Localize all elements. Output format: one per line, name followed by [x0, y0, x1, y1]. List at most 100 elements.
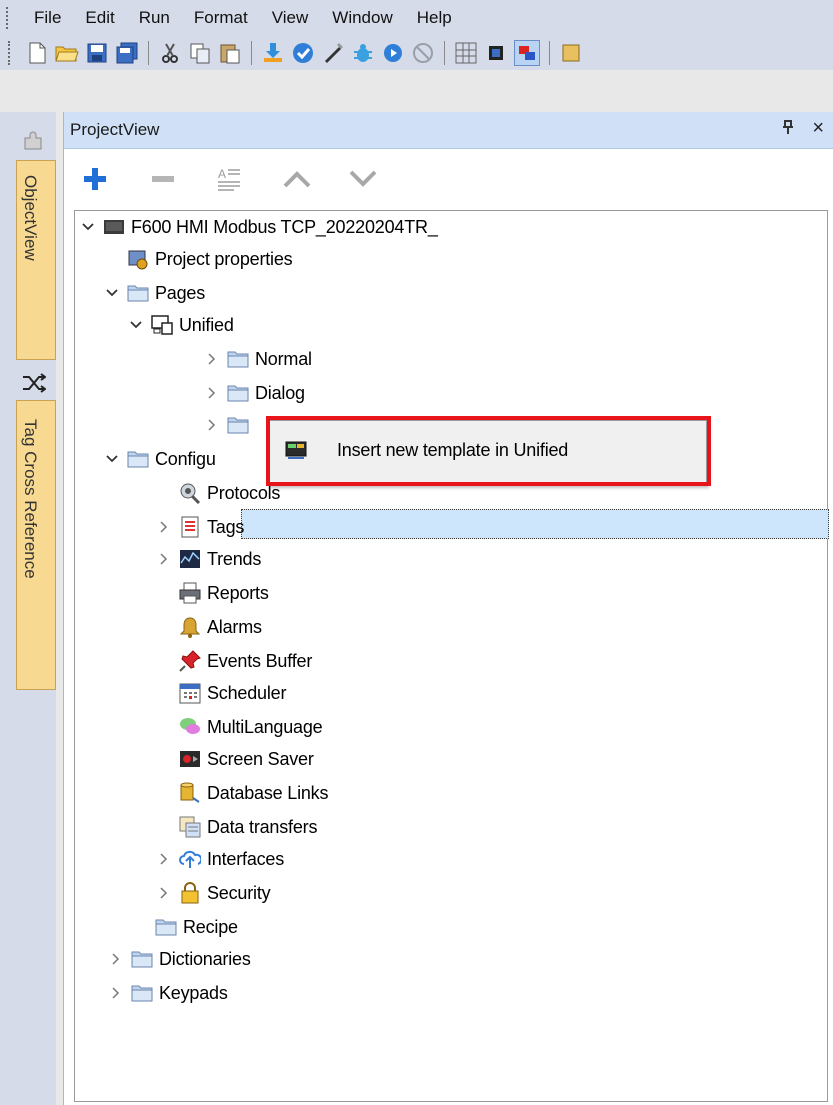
play-icon[interactable] — [381, 41, 405, 65]
align-icon[interactable] — [484, 41, 508, 65]
tree-item-trends[interactable]: Trends — [155, 543, 261, 575]
folder-icon — [131, 948, 153, 970]
tree-item-project-properties[interactable]: Project properties — [127, 243, 293, 275]
data-transfer-icon — [179, 816, 201, 838]
save-icon[interactable] — [85, 41, 109, 65]
rename-icon: A — [212, 162, 246, 196]
layout-icon[interactable] — [514, 40, 540, 66]
speech-bubbles-icon — [179, 716, 201, 738]
tree-item-configuration[interactable]: Configu — [103, 443, 216, 475]
tree-item-normal[interactable]: Normal — [203, 343, 312, 375]
tree-item-unified[interactable]: Unified — [127, 309, 234, 341]
toolbar-separator — [444, 41, 445, 65]
tree-item-label: Reports — [207, 582, 269, 603]
chevron-right-icon[interactable] — [107, 984, 125, 1002]
grid-icon[interactable] — [454, 41, 478, 65]
paste-icon[interactable] — [218, 41, 242, 65]
chevron-right-icon[interactable] — [203, 350, 221, 368]
chevron-down-icon[interactable] — [79, 218, 97, 236]
tree-item-reports[interactable]: Reports — [179, 577, 269, 609]
chevron-right-icon[interactable] — [155, 850, 173, 868]
chevron-right-icon[interactable] — [203, 384, 221, 402]
tree-item-protocols[interactable]: Protocols — [179, 477, 280, 509]
tree-item-root[interactable]: F600 HMI Modbus TCP_20220204TR_ — [79, 211, 438, 243]
menu-file[interactable]: File — [22, 0, 73, 36]
open-icon[interactable] — [55, 41, 79, 65]
toolbar-separator — [549, 41, 550, 65]
tree-item-database-links[interactable]: Database Links — [179, 777, 328, 809]
main-menu: File Edit Run Format View Window Help — [0, 0, 833, 36]
tab-objectview-label: ObjectView — [21, 175, 40, 261]
context-menu: Insert new template in Unified — [268, 420, 707, 486]
shuffle-icon — [22, 372, 47, 399]
tree-item-pages[interactable]: Pages — [103, 277, 205, 309]
chevron-right-icon[interactable] — [155, 518, 173, 536]
chevron-down-icon[interactable] — [103, 450, 121, 468]
toolbar-grip[interactable] — [8, 41, 16, 65]
tree-item-alarms[interactable]: Alarms — [179, 611, 262, 643]
tree-item-label: Interfaces — [207, 848, 285, 869]
chevron-right-icon[interactable] — [155, 884, 173, 902]
calendar-icon — [179, 682, 201, 704]
check-icon[interactable] — [291, 41, 315, 65]
tree-item-label: F600 HMI Modbus TCP_20220204TR_ — [131, 216, 438, 237]
tree-item-dictionaries[interactable]: Dictionaries — [107, 943, 251, 975]
tree-item-label: Project properties — [155, 248, 293, 269]
tree-item-label: Scheduler — [207, 682, 287, 703]
tree-item-scheduler[interactable]: Scheduler — [179, 677, 286, 709]
tree-item-keypads[interactable]: Keypads — [107, 977, 228, 1009]
insert-template-menu-item[interactable]: Insert new template in Unified — [271, 423, 698, 477]
new-icon[interactable] — [25, 41, 49, 65]
tree-item-label: Normal — [255, 348, 312, 369]
chevron-down-icon[interactable] — [103, 284, 121, 302]
compile-icon[interactable] — [321, 41, 345, 65]
debug-icon[interactable] — [351, 41, 375, 65]
svg-text:A: A — [218, 167, 226, 181]
tree-item-label: Dictionaries — [159, 948, 251, 969]
save-all-icon[interactable] — [115, 41, 139, 65]
menu-view[interactable]: View — [260, 0, 321, 36]
menu-help[interactable]: Help — [405, 0, 464, 36]
tree-item-events-buffer[interactable]: Events Buffer — [179, 645, 312, 677]
remove-icon — [146, 162, 180, 196]
tab-objectview[interactable]: ObjectView — [16, 160, 56, 360]
menu-run[interactable]: Run — [127, 0, 182, 36]
close-icon[interactable]: × — [812, 117, 824, 140]
tree-item-dialog[interactable]: Dialog — [203, 377, 305, 409]
chevron-down-icon[interactable] — [127, 316, 145, 334]
printer-icon — [179, 582, 201, 604]
trends-icon — [179, 548, 201, 570]
chevron-right-icon[interactable] — [107, 950, 125, 968]
tree-item-screen-saver[interactable]: Screen Saver — [179, 743, 314, 775]
tree-item-templates[interactable] — [203, 409, 255, 441]
copy-icon[interactable] — [188, 41, 212, 65]
project-tree[interactable]: F600 HMI Modbus TCP_20220204TR_ Project … — [74, 210, 829, 1102]
add-icon[interactable] — [78, 162, 112, 196]
settings-icon[interactable] — [559, 41, 583, 65]
tree-item-multilanguage[interactable]: MultiLanguage — [179, 711, 323, 743]
chevron-right-icon[interactable] — [203, 416, 221, 434]
tree-item-tags[interactable]: Tags — [155, 511, 244, 543]
menu-bar: File Edit Run Format View Window Help — [0, 0, 833, 70]
menu-format[interactable]: Format — [182, 0, 260, 36]
pin-icon[interactable] — [782, 120, 794, 138]
puzzle-icon — [22, 130, 44, 157]
download-icon[interactable] — [261, 41, 285, 65]
tree-item-recipe[interactable]: Recipe — [155, 911, 238, 943]
folder-icon — [155, 916, 177, 938]
menu-edit[interactable]: Edit — [73, 0, 126, 36]
panel-title: ProjectView — [70, 120, 160, 139]
tree-item-interfaces[interactable]: Interfaces — [155, 843, 284, 875]
tree-item-security[interactable]: Security — [155, 877, 271, 909]
menu-window[interactable]: Window — [320, 0, 404, 36]
cut-icon[interactable] — [158, 41, 182, 65]
move-up-icon — [280, 162, 314, 196]
unified-pages-icon — [151, 314, 173, 336]
tab-tag-cross-reference[interactable]: Tag Cross Reference — [16, 400, 56, 690]
panel-toolbar: A — [64, 148, 833, 208]
chevron-right-icon[interactable] — [155, 550, 173, 568]
tree-item-data-transfers[interactable]: Data transfers — [179, 811, 317, 843]
stop-icon[interactable] — [411, 41, 435, 65]
move-down-icon[interactable] — [346, 162, 380, 196]
menu-grip[interactable] — [6, 7, 22, 29]
